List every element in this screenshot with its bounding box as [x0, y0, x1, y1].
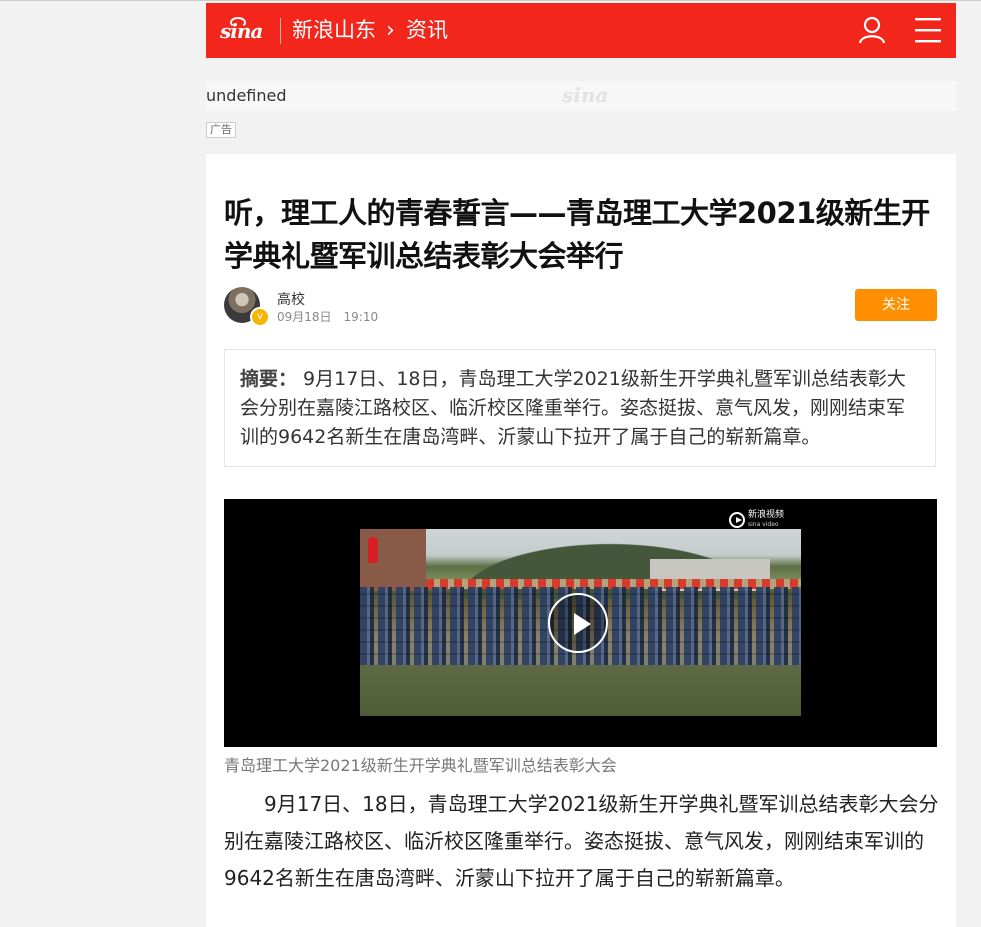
sina-video-brand: 新浪视频 [748, 510, 785, 520]
article-title: 听，理工人的青春誓言——青岛理工大学2021级新生开学典礼暨军训总结表彰大会举行 [224, 196, 930, 273]
ad-watermark-logo: sina [562, 83, 609, 107]
menu-icon[interactable] [914, 16, 942, 44]
article-card: 听，理工人的青春誓言——青岛理工大学2021级新生开学典礼暨军训总结表彰大会举行… [206, 154, 956, 927]
user-icon[interactable] [857, 15, 887, 45]
breadcrumb-arrow-icon: › [386, 18, 395, 43]
author-name[interactable]: 高校 [277, 289, 305, 309]
thumb-ground [360, 665, 801, 716]
summary-label: 摘要： [240, 368, 298, 390]
article-body-paragraph: 9月17日、18日，青岛理工大学2021级新生开学典礼暨军训总结表彰大会分别在嘉… [224, 792, 939, 890]
sina-video-watermark: 新浪视频 sina video [729, 510, 784, 530]
follow-button[interactable]: 关注 [855, 289, 937, 321]
verified-badge-icon: v [250, 307, 270, 327]
thumb-red-logo-icon [368, 537, 378, 563]
ad-banner[interactable]: undefined sina [206, 81, 956, 111]
publish-date: 09月18日 19:10 [277, 310, 379, 324]
play-icon[interactable] [548, 593, 608, 653]
ad-image-broken: undefined [206, 86, 287, 105]
breadcrumb-section-link[interactable]: 资讯 [406, 3, 448, 58]
sina-logo-eye-icon [230, 17, 246, 28]
nav-divider [280, 18, 281, 44]
site-name-link[interactable]: 新浪山东 [292, 3, 376, 58]
video-player[interactable]: 新浪视频 sina video [224, 499, 937, 747]
summary-text: 9月17日、18日，青岛理工大学2021级新生开学典礼暨军训总结表彰大会分别在嘉… [240, 368, 906, 448]
article-summary: 摘要： 9月17日、18日，青岛理工大学2021级新生开学典礼暨军训总结表彰大会… [224, 349, 936, 467]
video-caption: 青岛理工大学2021级新生开学典礼暨军训总结表彰大会 [224, 756, 617, 775]
ad-tag-badge: 广告 [206, 122, 236, 138]
top-nav-bar: sina 新浪山东 › 资讯 [206, 3, 956, 58]
sina-logo[interactable]: sina [220, 15, 263, 47]
sina-video-logo-icon [729, 512, 745, 528]
sina-video-brand-sub: sina video [748, 521, 779, 528]
